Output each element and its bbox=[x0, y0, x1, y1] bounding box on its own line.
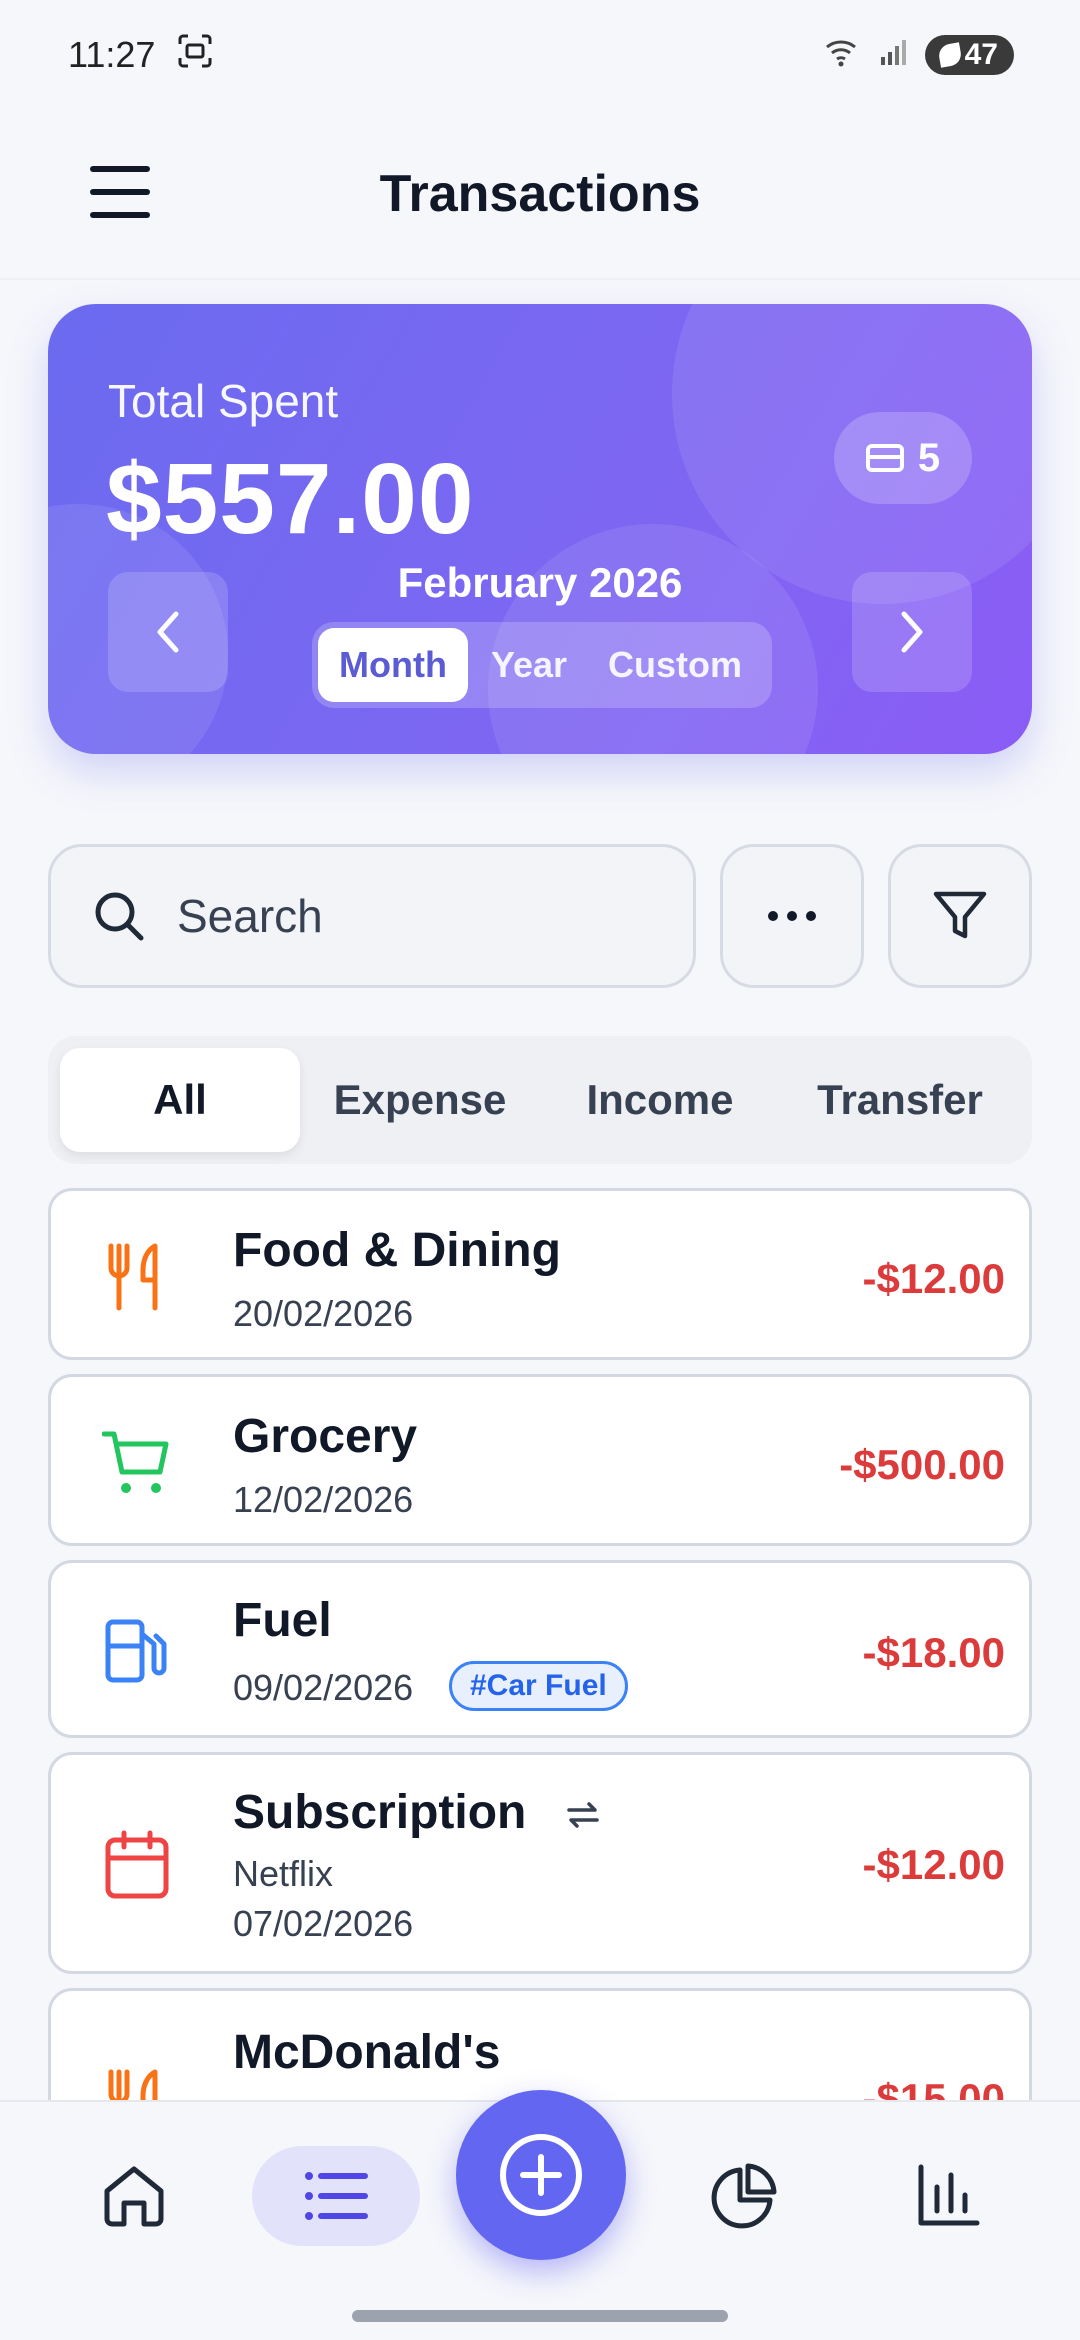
home-indicator bbox=[352, 2310, 728, 2322]
transaction-category: Food & Dining bbox=[233, 1224, 561, 1277]
mode-year[interactable]: Year bbox=[474, 628, 584, 702]
transaction-tag[interactable]: #Car Fuel bbox=[449, 1661, 628, 1711]
transaction-date: 07/02/2026 bbox=[233, 1903, 414, 1944]
status-time: 11:27 bbox=[68, 34, 156, 75]
previous-period-button[interactable] bbox=[108, 572, 228, 692]
fork-knife-icon bbox=[101, 2067, 173, 2100]
transaction-amount: -$18.00 bbox=[862, 1629, 1005, 1676]
plus-circle-icon bbox=[500, 2134, 582, 2216]
more-options-button[interactable] bbox=[720, 844, 864, 988]
battery-indicator: 47 bbox=[924, 35, 1014, 75]
transaction-category: Grocery bbox=[233, 1410, 418, 1463]
mode-custom[interactable]: Custom bbox=[590, 628, 760, 702]
tab-expense[interactable]: Expense bbox=[300, 1048, 540, 1152]
menu-icon[interactable] bbox=[88, 160, 152, 224]
total-spent-amount: $557.00 bbox=[106, 443, 475, 555]
chevron-left-icon bbox=[157, 611, 179, 653]
transaction-category: Fuel bbox=[233, 1594, 332, 1647]
transaction-count-badge: 5 bbox=[834, 412, 972, 504]
transaction-item[interactable]: Food & Dining 20/02/2026 -$12.00 bbox=[48, 1188, 1032, 1360]
recurring-icon bbox=[563, 1795, 603, 1835]
bar-chart-icon bbox=[918, 2164, 980, 2226]
transaction-amount: -$12.00 bbox=[862, 1841, 1005, 1888]
transaction-category: Subscription bbox=[233, 1786, 527, 1839]
next-period-button[interactable] bbox=[852, 572, 972, 692]
transaction-date: 20/02/2026 bbox=[233, 1293, 414, 1334]
battery-level: 47 bbox=[964, 38, 998, 71]
transaction-type-tabs: All Expense Income Transfer bbox=[48, 1036, 1032, 1164]
transaction-item[interactable]: Fuel 09/02/2026 #Car Fuel -$18.00 bbox=[48, 1560, 1032, 1738]
nav-reports[interactable] bbox=[660, 2146, 828, 2246]
card-icon bbox=[865, 444, 904, 472]
transaction-amount: -$15.00 bbox=[862, 2075, 1005, 2100]
wifi-icon bbox=[823, 34, 863, 76]
total-spent-label: Total Spent bbox=[108, 375, 339, 427]
search-input[interactable] bbox=[177, 889, 617, 943]
fuel-pump-icon bbox=[101, 1615, 173, 1687]
fork-knife-icon bbox=[101, 1241, 173, 1313]
calendar-icon bbox=[101, 1829, 173, 1901]
transaction-item[interactable]: Grocery 12/02/2026 -$500.00 bbox=[48, 1374, 1032, 1546]
page-title: Transactions bbox=[379, 165, 701, 223]
transaction-item[interactable]: McDonald's -$15.00 bbox=[48, 1988, 1032, 2100]
list-icon bbox=[305, 2172, 368, 2220]
filter-button[interactable] bbox=[888, 844, 1032, 988]
transaction-item[interactable]: Subscription Netflix 07/02/2026 -$12.00 bbox=[48, 1752, 1032, 1974]
filter-icon bbox=[933, 891, 987, 939]
transaction-date: 12/02/2026 bbox=[233, 1479, 414, 1520]
home-icon bbox=[104, 2166, 164, 2227]
period-mode-selector: Month Year Custom bbox=[312, 622, 772, 708]
transaction-amount: -$12.00 bbox=[862, 1255, 1005, 1302]
transaction-amount: -$500.00 bbox=[839, 1441, 1005, 1488]
tab-income[interactable]: Income bbox=[540, 1048, 780, 1152]
cart-icon bbox=[101, 1427, 173, 1499]
transaction-count: 5 bbox=[917, 435, 941, 480]
app-bar: Transactions bbox=[0, 110, 1080, 280]
transaction-date: 09/02/2026 bbox=[233, 1667, 414, 1708]
search-icon bbox=[95, 892, 144, 941]
transaction-note: Netflix bbox=[233, 1853, 334, 1894]
signal-icon bbox=[879, 34, 909, 76]
more-horizontal-icon bbox=[768, 911, 816, 921]
pie-chart-icon bbox=[711, 2163, 777, 2229]
screenshot-icon bbox=[177, 34, 213, 77]
transaction-category: McDonald's bbox=[233, 2026, 501, 2079]
chevron-right-icon bbox=[901, 611, 923, 653]
nav-home[interactable] bbox=[50, 2146, 218, 2246]
tab-transfer[interactable]: Transfer bbox=[780, 1048, 1020, 1152]
search-bar bbox=[48, 844, 696, 988]
status-bar: 11:27 47 bbox=[0, 0, 1080, 110]
transaction-list: Food & Dining 20/02/2026 -$12.00 Grocery… bbox=[48, 1188, 1032, 2100]
summary-card: Total Spent $557.00 5 February 2026 Mont… bbox=[48, 304, 1032, 754]
mode-month[interactable]: Month bbox=[318, 628, 468, 702]
add-transaction-button[interactable] bbox=[456, 2090, 626, 2260]
nav-transactions[interactable] bbox=[252, 2146, 420, 2246]
nav-statistics[interactable] bbox=[864, 2146, 1032, 2246]
tab-all[interactable]: All bbox=[60, 1048, 300, 1152]
battery-saver-icon bbox=[936, 42, 963, 68]
